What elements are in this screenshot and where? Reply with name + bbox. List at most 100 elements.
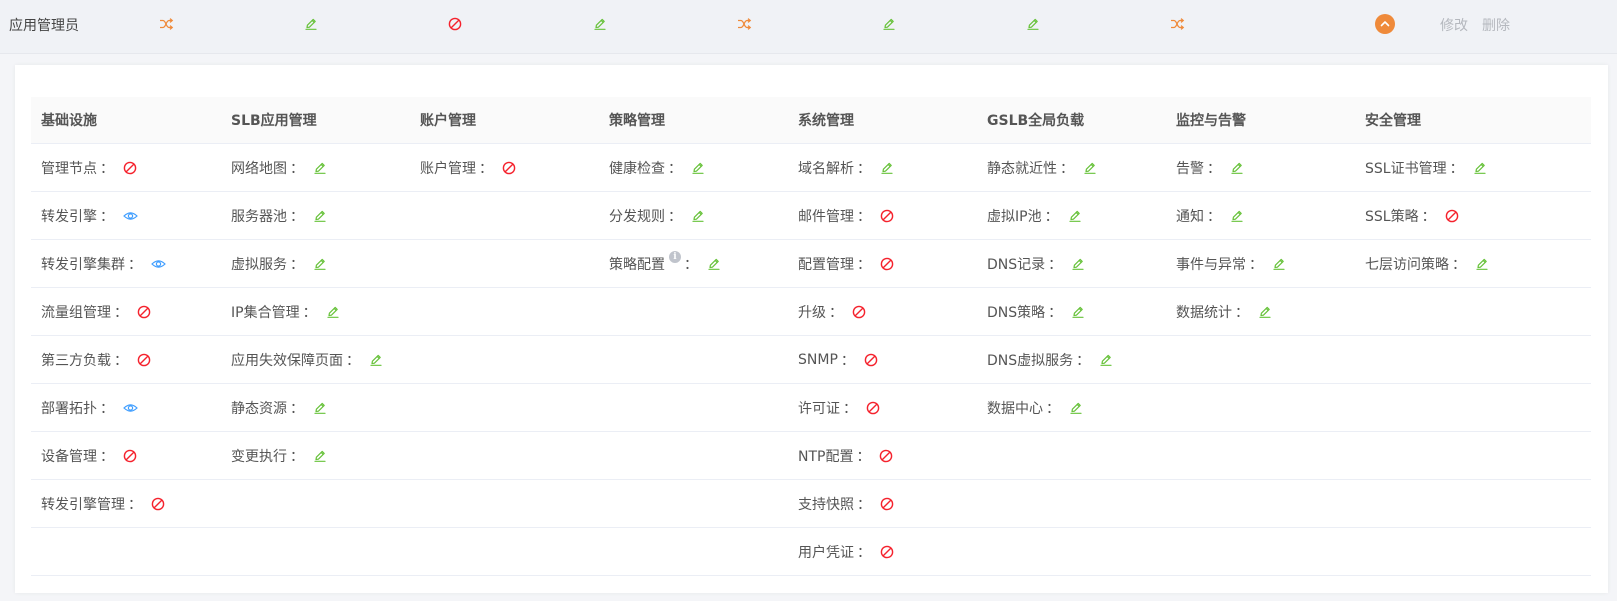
permission-item: 告警： [1176, 158, 1244, 178]
edit-icon[interactable] [1083, 161, 1097, 175]
edit-icon[interactable] [691, 161, 705, 175]
forbidden-icon[interactable] [852, 305, 866, 319]
label-colon: ： [857, 496, 871, 513]
forbidden-icon[interactable] [880, 257, 894, 271]
permission-label: NTP配置 [798, 448, 854, 465]
forbidden-icon[interactable] [864, 353, 878, 367]
edit-icon[interactable] [1099, 353, 1113, 367]
collapse-button[interactable] [1375, 14, 1395, 34]
edit-icon[interactable] [1475, 257, 1489, 271]
permission-label: DNS策略 [987, 304, 1046, 321]
table-cell [1355, 287, 1591, 336]
permission-label: 变更执行 [231, 448, 287, 465]
permission-item: SSL证书管理： [1365, 158, 1487, 178]
forbidden-icon[interactable] [123, 449, 137, 463]
table-cell: 用户凭证： [788, 527, 977, 576]
table-cell: DNS虚拟服务： [977, 335, 1166, 384]
permission-label: 七层访问策略 [1365, 256, 1449, 273]
permission-item: SSL策略： [1365, 206, 1459, 226]
permission-label: 邮件管理 [798, 208, 854, 225]
edit-icon[interactable] [369, 353, 383, 367]
permission-label: 许可证 [798, 400, 840, 417]
role-header-row[interactable]: 应用管理员 修改 删除 [0, 0, 1617, 54]
table-cell [599, 479, 788, 528]
permission-item: 转发引擎集群： [41, 254, 166, 274]
edit-icon[interactable] [1258, 305, 1272, 319]
edit-icon[interactable] [880, 161, 894, 175]
permission-item: 升级： [798, 302, 866, 322]
label-colon: ： [1449, 160, 1464, 177]
edit-icon[interactable] [1230, 209, 1244, 223]
label-colon: ： [114, 352, 128, 369]
edit-icon[interactable] [691, 209, 705, 223]
edit-icon[interactable] [1473, 161, 1487, 175]
permission-item: DNS策略： [987, 302, 1085, 322]
table-cell: NTP配置： [788, 431, 977, 480]
table-cell: 虚拟服务： [221, 239, 410, 288]
delete-button[interactable]: 删除 [1482, 15, 1510, 35]
edit-button[interactable]: 修改 [1440, 15, 1468, 35]
table-cell [1355, 527, 1591, 576]
permission-item: 数据中心： [987, 398, 1083, 418]
forbidden-icon[interactable] [137, 353, 151, 367]
edit-icon[interactable] [326, 305, 340, 319]
shuffle-icon [1168, 15, 1186, 33]
table-cell [1166, 335, 1355, 384]
forbidden-icon[interactable] [880, 545, 894, 559]
edit-icon[interactable] [707, 257, 721, 271]
forbidden-icon[interactable] [880, 209, 894, 223]
label-colon: ： [1060, 160, 1074, 177]
edit-icon[interactable] [1230, 161, 1244, 175]
edit-icon[interactable] [313, 161, 327, 175]
edit-icon[interactable] [1071, 257, 1085, 271]
forbidden-icon[interactable] [879, 449, 893, 463]
permission-label: 升级 [798, 304, 826, 321]
forbidden-icon[interactable] [123, 161, 137, 175]
table-row: 转发引擎：服务器池：分发规则：邮件管理：虚拟IP池：通知： SSL策略： [31, 191, 1591, 240]
table-cell [1355, 383, 1591, 432]
column-header: SLB应用管理 [221, 97, 410, 144]
edit-icon[interactable] [1071, 305, 1085, 319]
edit-icon[interactable] [313, 257, 327, 271]
table-cell: 流量组管理： [31, 287, 221, 336]
permission-item: 用户凭证： [798, 542, 894, 562]
shuffle-icon [735, 15, 753, 33]
edit-icon[interactable] [313, 401, 327, 415]
table-cell: DNS策略： [977, 287, 1166, 336]
permission-label: 转发引擎集群 [41, 256, 125, 273]
table-cell [599, 287, 788, 336]
table-cell [599, 383, 788, 432]
table-cell: 数据统计： [1166, 287, 1355, 336]
permission-item: 通知： [1176, 206, 1244, 226]
edit-icon[interactable] [1069, 401, 1083, 415]
forbidden-icon[interactable] [1445, 209, 1459, 223]
forbidden-icon[interactable] [502, 161, 516, 175]
forbidden-icon[interactable] [866, 401, 880, 415]
edit-icon[interactable] [313, 209, 327, 223]
table-cell [977, 479, 1166, 528]
eye-icon[interactable] [151, 257, 166, 271]
permission-item: 流量组管理： [41, 302, 151, 322]
table-cell [1166, 383, 1355, 432]
edit-icon[interactable] [313, 449, 327, 463]
role-name: 应用管理员 [9, 18, 79, 34]
forbidden-icon[interactable] [151, 497, 165, 511]
info-icon[interactable]: i [669, 250, 681, 263]
permission-label: 应用失效保障页面 [231, 352, 343, 369]
edit-icon[interactable] [1068, 209, 1082, 223]
chevron-up-icon [1380, 19, 1390, 29]
eye-icon[interactable] [123, 209, 138, 223]
table-cell: 网络地图： [221, 143, 410, 192]
label-colon: ： [1046, 400, 1060, 417]
forbidden-icon[interactable] [137, 305, 151, 319]
forbidden-icon[interactable] [880, 497, 894, 511]
permission-item: 七层访问策略： [1365, 254, 1489, 274]
table-row: 用户凭证： [31, 527, 1591, 576]
permission-label: 静态资源 [231, 400, 287, 417]
eye-icon[interactable] [123, 401, 138, 415]
permission-label: 静态就近性 [987, 160, 1057, 177]
edit-icon[interactable] [1272, 257, 1286, 271]
table-cell: 支持快照： [788, 479, 977, 528]
label-colon: ： [1249, 256, 1263, 273]
table-cell: 应用失效保障页面： [221, 335, 410, 384]
